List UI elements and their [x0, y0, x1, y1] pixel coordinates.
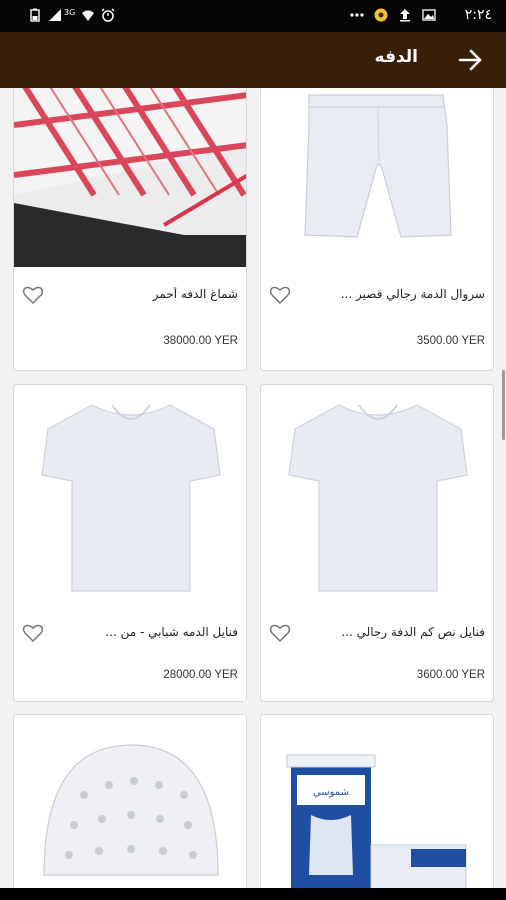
product-image-white-kufi-cap — [14, 715, 246, 888]
gallery-icon — [422, 9, 436, 21]
product-image-white-tshirt — [14, 385, 246, 605]
product-card[interactable]: شموسي — [260, 714, 494, 888]
page-title: الدفه — [374, 47, 418, 67]
product-image-red-shemagh — [14, 88, 246, 267]
status-bar: 3G ٢:٢٤ — [0, 0, 506, 32]
product-card[interactable] — [13, 714, 247, 888]
favorite-heart-icon[interactable] — [269, 285, 291, 305]
network-type-label: 3G — [64, 7, 76, 17]
product-card[interactable]: فنايل نص كم الدفة رجالي ... 3600.00 YER — [260, 384, 494, 702]
app-bar: الدفه — [0, 32, 506, 88]
product-image-undershirt-box: شموسي — [261, 715, 493, 888]
favorite-heart-icon[interactable] — [269, 623, 291, 643]
scroll-indicator[interactable] — [502, 370, 505, 440]
battery-icon — [30, 8, 40, 22]
wifi-icon — [82, 10, 95, 21]
product-card[interactable]: سروال الدمة رجالي قصير ... 3500.00 YER — [260, 88, 494, 371]
product-price: 38000.00 YER — [163, 335, 238, 347]
product-image-white-tshirt — [261, 385, 493, 605]
product-name: شماغ الدفه أحمر — [152, 287, 238, 301]
product-name: سروال الدمة رجالي قصير ... — [340, 287, 485, 301]
product-price: 28000.00 YER — [163, 669, 238, 681]
upload-icon — [400, 9, 410, 22]
product-price: 3600.00 YER — [416, 669, 485, 681]
signal-icon — [49, 9, 61, 21]
product-grid: سروال الدمة رجالي قصير ... 3500.00 YER ش… — [0, 88, 506, 888]
product-price: 3500.00 YER — [416, 335, 485, 347]
product-card[interactable]: فنايل الدمه شبابي - من ... 28000.00 YER — [13, 384, 247, 702]
product-name: فنايل نص كم الدفة رجالي ... — [341, 625, 485, 639]
product-name: فنايل الدمه شبابي - من ... — [105, 625, 238, 639]
svg-text:شموسي: شموسي — [313, 787, 349, 798]
back-arrow-icon[interactable] — [456, 46, 484, 74]
more-dots-icon — [350, 13, 364, 17]
product-image-white-shorts — [261, 88, 493, 267]
status-left-icons: 3G — [28, 8, 115, 22]
system-nav-bar — [0, 888, 506, 900]
eye-icon — [374, 8, 388, 22]
alarm-icon — [101, 8, 115, 22]
clock-time: ٢:٢٤ — [464, 7, 492, 23]
product-card[interactable]: شماغ الدفه أحمر 38000.00 YER — [13, 88, 247, 371]
status-right-icons — [350, 8, 436, 22]
favorite-heart-icon[interactable] — [22, 623, 44, 643]
favorite-heart-icon[interactable] — [22, 285, 44, 305]
